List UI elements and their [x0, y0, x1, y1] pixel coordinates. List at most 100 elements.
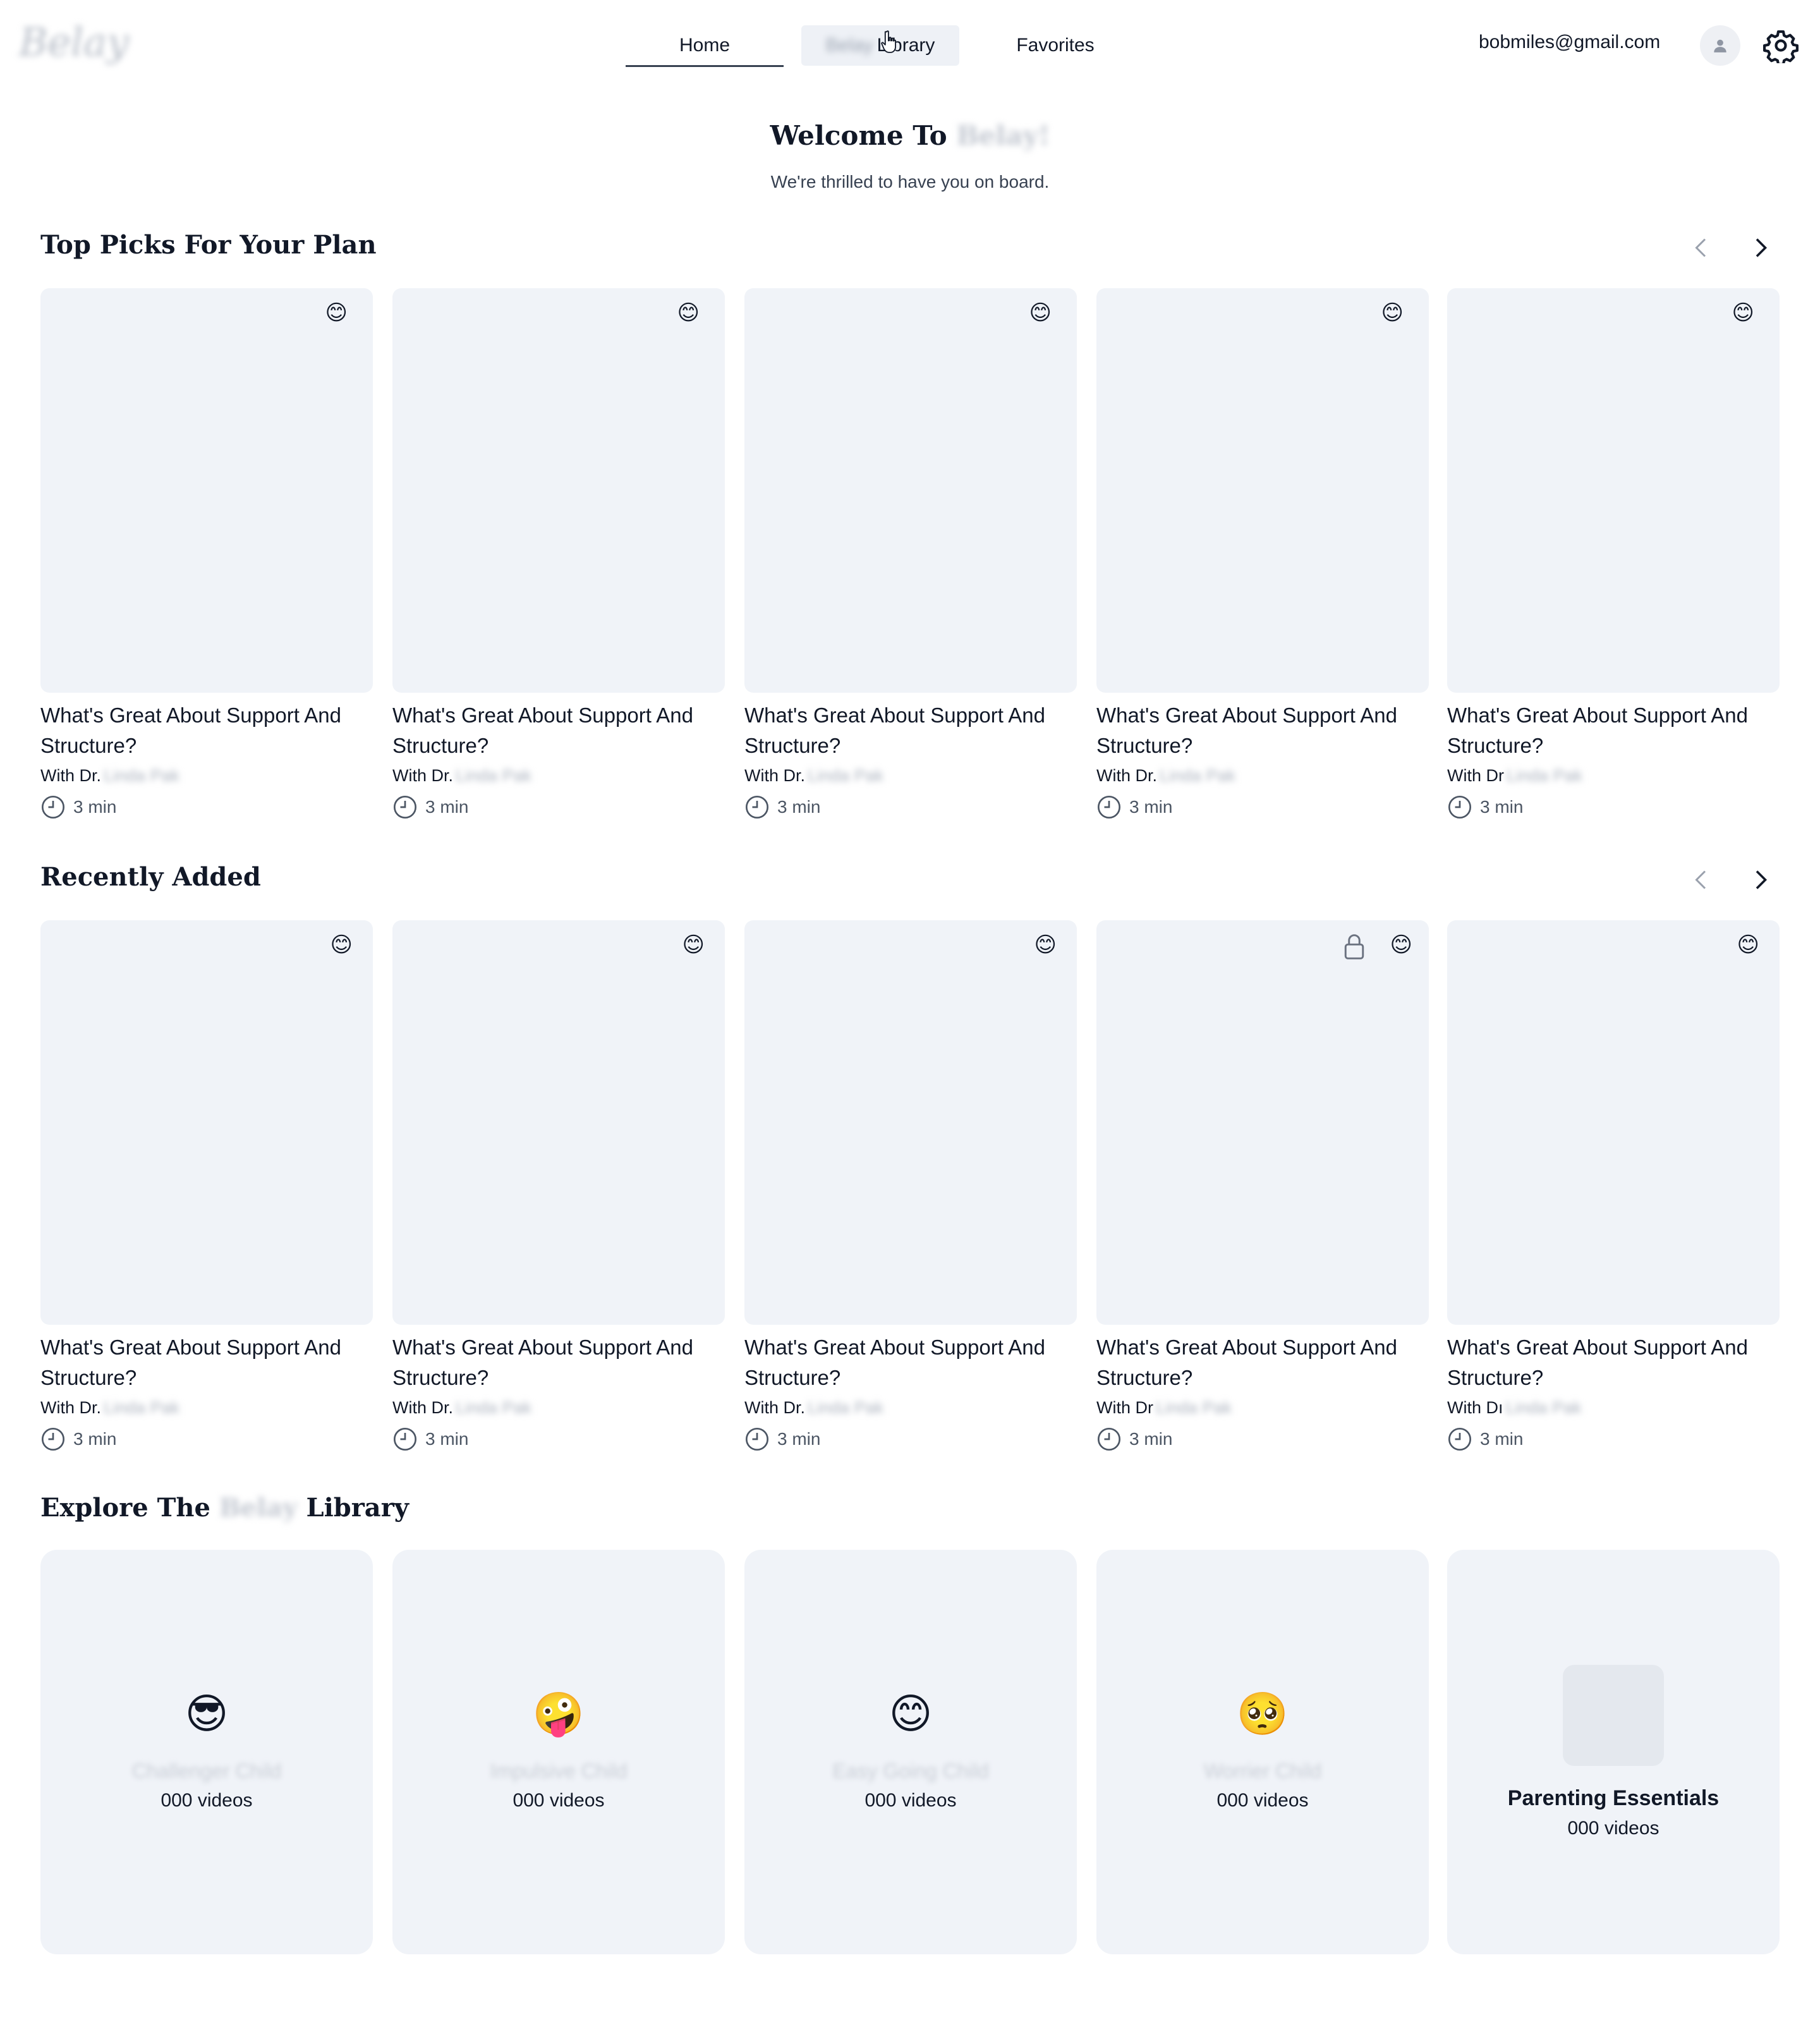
- nav-favorites-label: Favorites: [1016, 35, 1095, 56]
- video-thumbnail[interactable]: 😊: [744, 920, 1077, 1325]
- top-picks-title: Top Picks For Your Plan: [40, 230, 377, 260]
- video-duration: 3 min: [744, 1427, 1077, 1452]
- author-prefix: With Dr: [1447, 766, 1504, 785]
- recently-added-next-button[interactable]: [1745, 865, 1776, 895]
- category-name: Impulsive Child: [490, 1760, 628, 1782]
- top-picks-prev-button[interactable]: [1686, 233, 1716, 263]
- video-duration: 3 min: [1096, 794, 1429, 820]
- video-card[interactable]: 😊 What's Great About Support And Structu…: [1447, 288, 1780, 820]
- category-card-impulsive[interactable]: 🤪 Impulsive Child 000 videos: [392, 1550, 725, 1954]
- video-thumbnail[interactable]: 😊: [1447, 288, 1780, 693]
- video-title[interactable]: What's Great About Support And Structure…: [392, 1332, 725, 1393]
- video-title[interactable]: What's Great About Support And Structure…: [40, 700, 373, 761]
- clock-icon: [746, 1428, 768, 1451]
- nav-favorites[interactable]: Favorites: [976, 25, 1134, 66]
- video-title[interactable]: What's Great About Support And Structure…: [40, 1332, 373, 1393]
- video-title[interactable]: What's Great About Support And Structure…: [744, 1332, 1077, 1393]
- category-card-worrier[interactable]: 🥺 Worrier Child 000 videos: [1096, 1550, 1429, 1954]
- video-thumbnail[interactable]: 😊: [1096, 920, 1429, 1325]
- video-title[interactable]: What's Great About Support And Structure…: [1096, 700, 1429, 761]
- video-duration: 3 min: [1447, 794, 1780, 820]
- recently-added-carousel: 😊 What's Great About Support And Structu…: [40, 920, 1780, 1464]
- video-duration: 3 min: [392, 1427, 725, 1452]
- smiling-face-icon: 😊: [889, 1690, 933, 1737]
- duration-label: 3 min: [1480, 797, 1524, 817]
- clock-icon: [1098, 1428, 1120, 1451]
- video-card[interactable]: 😊 What's Great About Support And Structu…: [744, 288, 1077, 820]
- chevron-right-icon: [1756, 870, 1768, 889]
- smiling-face-icon: 😊: [330, 933, 353, 957]
- video-card[interactable]: 😊 What's Great About Support And Structu…: [392, 920, 725, 1452]
- author-name: Linda Pak: [104, 766, 180, 785]
- duration-label: 3 min: [1129, 797, 1173, 817]
- video-title[interactable]: What's Great About Support And Structure…: [744, 700, 1077, 761]
- user-email[interactable]: bobmiles@gmail.com: [1479, 32, 1660, 53]
- clock-icon: [1448, 1428, 1471, 1451]
- video-title[interactable]: What's Great About Support And Structure…: [392, 700, 725, 761]
- gear-icon[interactable]: [1763, 28, 1799, 63]
- category-card-challenger[interactable]: 😎 Challenger Child 000 videos: [40, 1550, 373, 1954]
- clock-icon: [42, 796, 64, 819]
- video-author: With Dı Linda Pak: [1447, 1398, 1780, 1418]
- video-thumbnail[interactable]: 😊: [1096, 288, 1429, 693]
- video-card[interactable]: 😊 What's Great About Support And Structu…: [40, 288, 373, 820]
- video-thumbnail[interactable]: 😊: [40, 288, 373, 693]
- author-prefix: With Dr.: [40, 1398, 102, 1417]
- video-title[interactable]: What's Great About Support And Structure…: [1447, 1332, 1780, 1393]
- duration-label: 3 min: [777, 1429, 821, 1449]
- video-card[interactable]: 😊 What's Great About Support And Structu…: [1096, 288, 1429, 820]
- author-prefix: With Dr.: [744, 1398, 806, 1417]
- video-card[interactable]: 😊 What's Great About Support And Structu…: [1096, 920, 1429, 1452]
- video-thumbnail[interactable]: 😊: [40, 920, 373, 1325]
- duration-label: 3 min: [425, 1429, 469, 1449]
- category-card-easy-going[interactable]: 😊 Easy Going Child 000 videos: [744, 1550, 1077, 1954]
- video-card[interactable]: 😊 What's Great About Support And Structu…: [744, 920, 1077, 1452]
- video-duration: 3 min: [1447, 1427, 1780, 1452]
- top-navigation: Belay Home Belay Library Favorites bobmi…: [0, 0, 1820, 95]
- author-name: Linda Pak: [1160, 766, 1236, 785]
- author-name: Linda Pak: [1156, 1398, 1232, 1417]
- logo[interactable]: Belay: [19, 19, 129, 65]
- category-name: Easy Going Child: [832, 1760, 989, 1782]
- author-prefix: With Dr.: [392, 766, 454, 785]
- smiling-face-icon: 😊: [1732, 301, 1754, 325]
- video-thumbnail[interactable]: 😊: [392, 288, 725, 693]
- video-title[interactable]: What's Great About Support And Structure…: [1096, 1332, 1429, 1393]
- clock-icon: [394, 1428, 416, 1451]
- welcome-subtitle: We're thrilled to have you on board.: [770, 172, 1050, 192]
- clock-icon: [1448, 796, 1471, 819]
- video-author: With Dr Linda Pak: [1096, 1398, 1429, 1418]
- smiling-face-icon: 😊: [1737, 933, 1759, 957]
- duration-label: 3 min: [777, 797, 821, 817]
- author-name: Linda Pak: [104, 1398, 180, 1417]
- avatar[interactable]: [1700, 25, 1740, 66]
- video-card[interactable]: 😊 What's Great About Support And Structu…: [40, 920, 373, 1452]
- video-title[interactable]: What's Great About Support And Structure…: [1447, 700, 1780, 761]
- smiling-face-icon: 😊: [677, 301, 700, 325]
- welcome-title-prefix: Welcome To: [770, 120, 947, 151]
- category-card-parenting-essentials[interactable]: Parenting Essentials 000 videos: [1447, 1550, 1780, 1954]
- video-thumbnail[interactable]: 😊: [744, 288, 1077, 693]
- top-picks-next-button[interactable]: [1745, 233, 1776, 263]
- video-author: With Dr. Linda Pak: [392, 766, 725, 786]
- clock-icon: [394, 796, 416, 819]
- video-thumbnail[interactable]: 😊: [1447, 920, 1780, 1325]
- explore-title-prefix: Explore The: [40, 1493, 210, 1523]
- sunglasses-face-icon: 😎: [185, 1690, 229, 1737]
- top-picks-carousel: 😊 What's Great About Support And Structu…: [40, 288, 1780, 832]
- recently-added-title: Recently Added: [40, 862, 261, 892]
- nav-home[interactable]: Home: [626, 25, 784, 67]
- lock-icon: [1344, 934, 1364, 959]
- chevron-left-icon: [1695, 870, 1706, 889]
- video-duration: 3 min: [744, 794, 1077, 820]
- recently-added-prev-button[interactable]: [1686, 865, 1716, 895]
- video-duration: 3 min: [392, 794, 725, 820]
- author-name: Linda Pak: [456, 766, 532, 785]
- hand-cursor-icon: [881, 30, 896, 53]
- smiling-face-icon: 😊: [325, 301, 348, 325]
- category-image-placeholder: [1563, 1665, 1664, 1766]
- video-card[interactable]: 😊 What's Great About Support And Structu…: [392, 288, 725, 820]
- category-video-count: 000 videos: [1567, 1818, 1659, 1839]
- video-thumbnail[interactable]: 😊: [392, 920, 725, 1325]
- video-card[interactable]: 😊 What's Great About Support And Structu…: [1447, 920, 1780, 1452]
